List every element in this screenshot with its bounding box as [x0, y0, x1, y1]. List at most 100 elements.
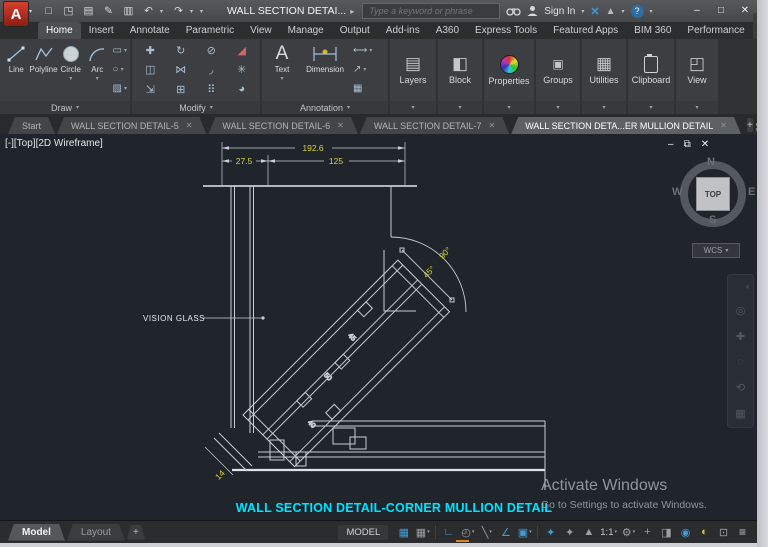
file-tab-detail-7[interactable]: WALL SECTION DETAIL-7 ✕ [360, 117, 509, 134]
close-tab-icon[interactable]: ✕ [720, 121, 727, 130]
rectangle-icon[interactable]: ▭ [113, 45, 122, 57]
open-file-icon[interactable]: ◳ [60, 3, 77, 19]
copy-icon[interactable]: ◫ [145, 63, 155, 76]
undo-icon[interactable]: ↶ [140, 3, 157, 19]
panel-label-block[interactable]: ▾ [438, 101, 482, 114]
zoom-icon[interactable]: ◌ [737, 356, 744, 368]
close-tab-icon[interactable]: ✕ [489, 121, 496, 130]
new-drawing-tab-button[interactable]: + [747, 118, 753, 132]
clipboard-button[interactable]: Clipboard [628, 39, 674, 101]
viewcube-west[interactable]: W [672, 186, 682, 198]
table-icon[interactable]: ▦ [353, 83, 362, 95]
ribbon-tab-output[interactable]: Output [332, 22, 378, 39]
array-icon[interactable]: ⠿ [207, 83, 215, 96]
model-tab[interactable]: Model [8, 524, 65, 541]
model-space-canvas[interactable]: [-][Top][2D Wireframe] – ⧉ ✕ TOP N S W E… [0, 134, 757, 520]
viewport-minimize-icon[interactable]: – [668, 139, 674, 150]
panel-label-groups[interactable]: ▾ [536, 101, 580, 114]
app-menu-button[interactable]: A [3, 1, 29, 27]
scale-icon[interactable]: ⊞ [176, 83, 185, 96]
viewcube-north[interactable]: N [707, 156, 715, 168]
panel-label-layers[interactable]: ▾ [390, 101, 436, 114]
file-tab-start[interactable]: Start [8, 117, 55, 134]
block-button[interactable]: ◧ Block [438, 39, 482, 101]
move-icon[interactable]: ✚ [146, 44, 155, 57]
fillet-icon[interactable]: ◞ [209, 63, 213, 76]
user-icon[interactable] [527, 5, 538, 17]
utilities-button[interactable]: ▦ Utilities [582, 39, 626, 101]
file-tab-corner-mullion[interactable]: WALL SECTION DETA...ER MULLION DETAIL ✕ [511, 117, 741, 134]
layout-tab[interactable]: Layout [67, 524, 125, 541]
linear-dimension-icon[interactable]: ⟷ [353, 45, 367, 57]
rotate-icon[interactable]: ↻ [176, 44, 185, 57]
clean-screen-icon[interactable]: ⊡ [715, 526, 732, 539]
viewport-restore-icon[interactable]: ⧉ [684, 139, 691, 150]
viewcube-top-face[interactable]: TOP [696, 177, 730, 211]
panel-label-modify[interactable]: Modify▾ [132, 101, 260, 114]
navigation-bar[interactable]: ✕ ◎ ✚ ◌ ⟲ ▦ [727, 274, 754, 428]
search-input[interactable] [367, 5, 495, 17]
ellipse-icon[interactable]: ○ [113, 64, 119, 76]
autoscale-icon[interactable]: ✦ [561, 526, 578, 539]
panel-label-clipboard[interactable]: ▾ [628, 101, 674, 114]
redo-caret-icon[interactable]: ▾ [190, 8, 197, 15]
circle-button[interactable]: Circle ▾ [58, 41, 85, 99]
grid-icon[interactable]: ▦ [395, 526, 412, 539]
ribbon-tab-insert[interactable]: Insert [81, 22, 122, 39]
viewcube-east[interactable]: E [748, 186, 755, 198]
pan-icon[interactable]: ✚ [736, 330, 745, 343]
arc-button[interactable]: Arc ▾ [84, 41, 111, 99]
sign-in-button[interactable]: Sign In [544, 6, 575, 17]
redo-icon[interactable]: ↷ [170, 3, 187, 19]
a360-caret-icon[interactable]: ▾ [622, 8, 625, 15]
quick-properties-icon[interactable]: ◨ [658, 526, 675, 539]
view-controls-button[interactable]: [Top] [14, 138, 36, 149]
explode-icon[interactable]: ✳ [237, 63, 246, 76]
gradient-icon[interactable]: ◕ [238, 83, 245, 95]
polar-tracking-icon[interactable]: ◴▾ [459, 526, 476, 539]
snap-mode-icon[interactable]: ▦▾ [414, 526, 431, 539]
hatch-icon[interactable]: ▨ [113, 83, 122, 95]
save-as-icon[interactable]: ✎ [100, 3, 117, 19]
scale-dropdown[interactable]: 1:1▾ [599, 527, 618, 538]
ribbon-tab-performance[interactable]: Performance [679, 22, 752, 39]
navigation-wheel-icon[interactable]: ◎ [736, 304, 746, 317]
line-button[interactable]: Line [3, 41, 30, 99]
plot-icon[interactable]: ▥ [120, 3, 137, 19]
annotation-visibility-icon[interactable]: ✦ [542, 526, 559, 539]
mirror-icon[interactable]: ⋈ [175, 63, 186, 76]
new-file-icon[interactable]: □ [40, 3, 57, 19]
object-snap-icon[interactable]: ▣▾ [516, 526, 533, 539]
close-tab-icon[interactable]: ✕ [337, 121, 344, 130]
panel-label-view[interactable]: ▾ [676, 101, 718, 114]
a360-icon[interactable]: ▲ [606, 6, 616, 17]
file-tab-detail-6[interactable]: WALL SECTION DETAIL-6 ✕ [208, 117, 357, 134]
groups-button[interactable]: ▣ Groups [536, 39, 580, 101]
sign-in-caret-icon[interactable]: ▾ [581, 8, 584, 15]
file-tab-detail-5[interactable]: WALL SECTION DETAIL-5 ✕ [57, 117, 206, 134]
ribbon-tab-a360[interactable]: A360 [428, 22, 467, 39]
maximize-button[interactable]: □ [709, 0, 733, 22]
viewport-menu-button[interactable]: [-] [5, 138, 14, 149]
properties-button[interactable]: Properties [484, 39, 534, 101]
exchange-apps-icon[interactable]: ✕ [590, 5, 599, 18]
ribbon-tab-addins[interactable]: Add-ins [378, 22, 428, 39]
view-button[interactable]: ◰ View [676, 39, 718, 101]
new-layout-button[interactable]: + [127, 525, 145, 540]
save-icon[interactable]: ▤ [80, 3, 97, 19]
dimension-button[interactable]: Dimension [299, 41, 351, 99]
ribbon-tab-home[interactable]: Home [38, 22, 81, 39]
stretch-icon[interactable]: ⇲ [146, 83, 155, 96]
ribbon-tab-parametric[interactable]: Parametric [178, 22, 242, 39]
search-binoculars-icon[interactable] [506, 6, 521, 17]
panel-label-draw[interactable]: Draw▾ [0, 101, 130, 114]
layers-button[interactable]: ▤ Layers [390, 39, 436, 101]
ribbon-tab-view[interactable]: View [242, 22, 280, 39]
panel-label-properties[interactable]: ▾ [484, 101, 534, 114]
ribbon-tab-express-tools[interactable]: Express Tools [467, 22, 545, 39]
ortho-icon[interactable]: ∟ [440, 526, 457, 538]
close-tab-icon[interactable]: ✕ [186, 121, 193, 130]
wcs-dropdown[interactable]: WCS▾ [692, 243, 740, 258]
ribbon-tab-bim360[interactable]: BIM 360 [626, 22, 679, 39]
viewport-close-icon[interactable]: ✕ [701, 139, 709, 150]
